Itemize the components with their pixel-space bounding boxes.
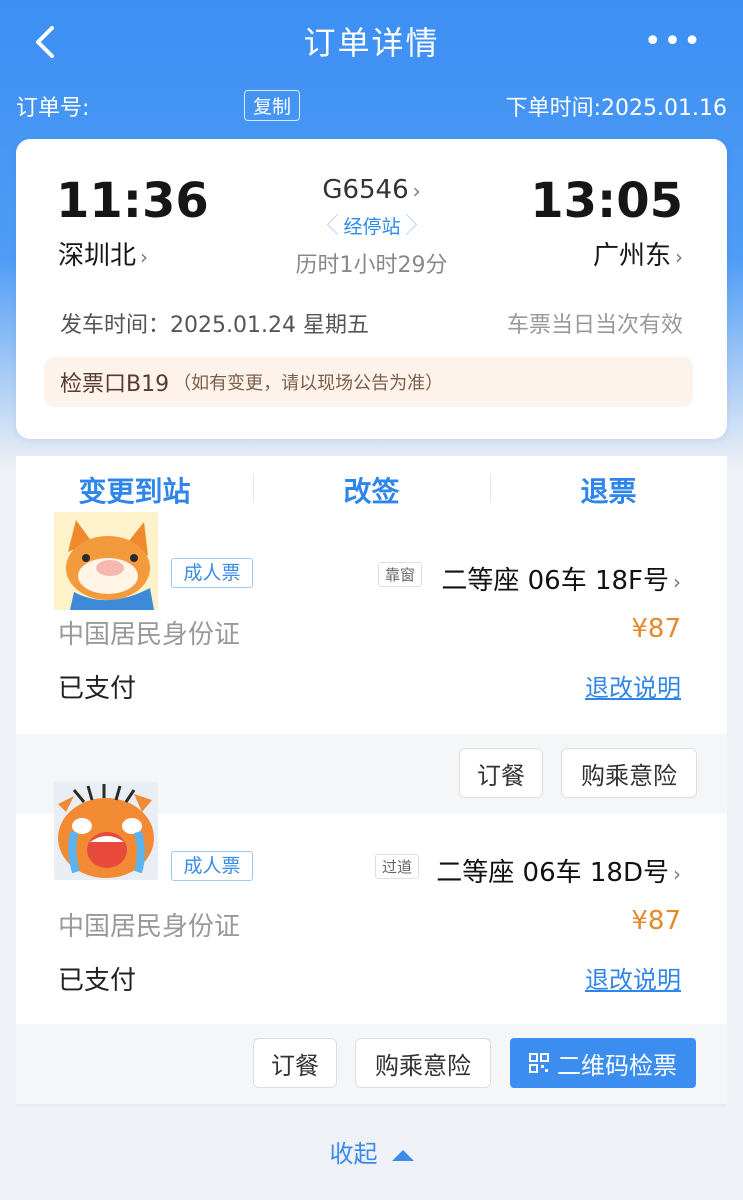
refund-rules-link[interactable]: 退改说明 — [585, 960, 681, 995]
service-row: 订餐 购乘意险 二维码检票 — [16, 1024, 727, 1104]
refund-rules-link[interactable]: 退改说明 — [585, 668, 681, 703]
gate-label: 检票口B19 — [60, 372, 170, 397]
gate-note: （如有变更，请以现场公告为准） — [173, 373, 444, 394]
buy-insurance-button[interactable]: 购乘意险 — [561, 748, 697, 798]
ticket-price: ¥87 — [631, 614, 681, 644]
qr-code-icon — [529, 1053, 549, 1073]
seat-info[interactable]: 二等座 06车 18D号 › — [436, 852, 681, 889]
chevron-right-icon: › — [673, 862, 681, 886]
trip-card: 11:36 13:05 深圳北 › 广州东 › G6546 › 经停站 历时1小时29… — [16, 139, 727, 439]
order-time: 下单时间:2025.01.16 — [505, 96, 727, 121]
id-type: 中国居民身份证 — [58, 620, 241, 650]
back-arrow-icon[interactable] — [28, 22, 68, 62]
passenger-card: 成人票 靠窗 二等座 06车 18F号 › 中国居民身份证 ¥87 已支付 退改说… — [16, 512, 727, 734]
ticket-type-badge: 成人票 — [171, 851, 253, 881]
ticket-price: ¥87 — [631, 906, 681, 936]
seat-position-tag: 靠窗 — [378, 562, 423, 587]
order-info-row: 订单号: 复制 下单时间:2025.01.16 — [16, 86, 727, 126]
ticket-type-badge: 成人票 — [171, 558, 253, 588]
train-number-label: G6546 — [322, 175, 409, 205]
seat-label: 二等座 06车 18D号 — [436, 858, 669, 888]
buy-insurance-button[interactable]: 购乘意险 — [355, 1038, 491, 1088]
seat-position-tag: 过道 — [375, 854, 420, 879]
trip-duration: 历时1小时29分 — [295, 253, 448, 278]
order-number-label: 订单号: — [16, 96, 90, 121]
top-nav: 订单详情 ••• — [0, 0, 743, 82]
collapse-label: 收起 — [329, 1140, 378, 1168]
id-type: 中国居民身份证 — [58, 912, 241, 942]
qr-check-label: 二维码检票 — [557, 1051, 677, 1080]
stops-button[interactable]: 经停站 — [328, 213, 416, 241]
more-menu-icon[interactable]: ••• — [644, 24, 703, 59]
change-destination-button[interactable]: 变更到站 — [16, 470, 253, 510]
refund-button[interactable]: 退票 — [490, 470, 727, 510]
order-meal-button[interactable]: 订餐 — [459, 748, 543, 798]
divider — [16, 1104, 727, 1106]
passenger-card: 成人票 过道 二等座 06车 18D号 › 中国居民身份证 ¥87 已支付 退改说… — [16, 782, 727, 1024]
check-in-gate: 检票口B19 （如有变更，请以现场公告为准） — [44, 357, 693, 407]
reschedule-button[interactable]: 改签 — [253, 470, 490, 510]
ticket-validity: 车票当日当次有效 — [506, 313, 683, 338]
avatar — [54, 782, 158, 880]
page-title: 订单详情 — [303, 24, 440, 62]
train-number[interactable]: G6546 › — [16, 175, 727, 205]
payment-status: 已支付 — [58, 674, 137, 704]
order-meal-button[interactable]: 订餐 — [253, 1038, 337, 1088]
caret-up-icon — [391, 1149, 414, 1161]
seat-label: 二等座 06车 18F号 — [441, 566, 669, 596]
seat-info[interactable]: 二等座 06车 18F号 › — [441, 560, 681, 597]
collapse-toggle[interactable]: 收起 — [0, 1134, 743, 1169]
chevron-right-icon: › — [673, 570, 681, 594]
copy-order-button[interactable]: 复制 — [244, 90, 301, 121]
chevron-right-icon: › — [412, 179, 421, 203]
departure-date: 发车时间：2025.01.24 星期五 — [60, 313, 369, 338]
payment-status: 已支付 — [58, 966, 137, 996]
avatar — [54, 512, 158, 610]
qr-check-button[interactable]: 二维码检票 — [510, 1038, 696, 1088]
